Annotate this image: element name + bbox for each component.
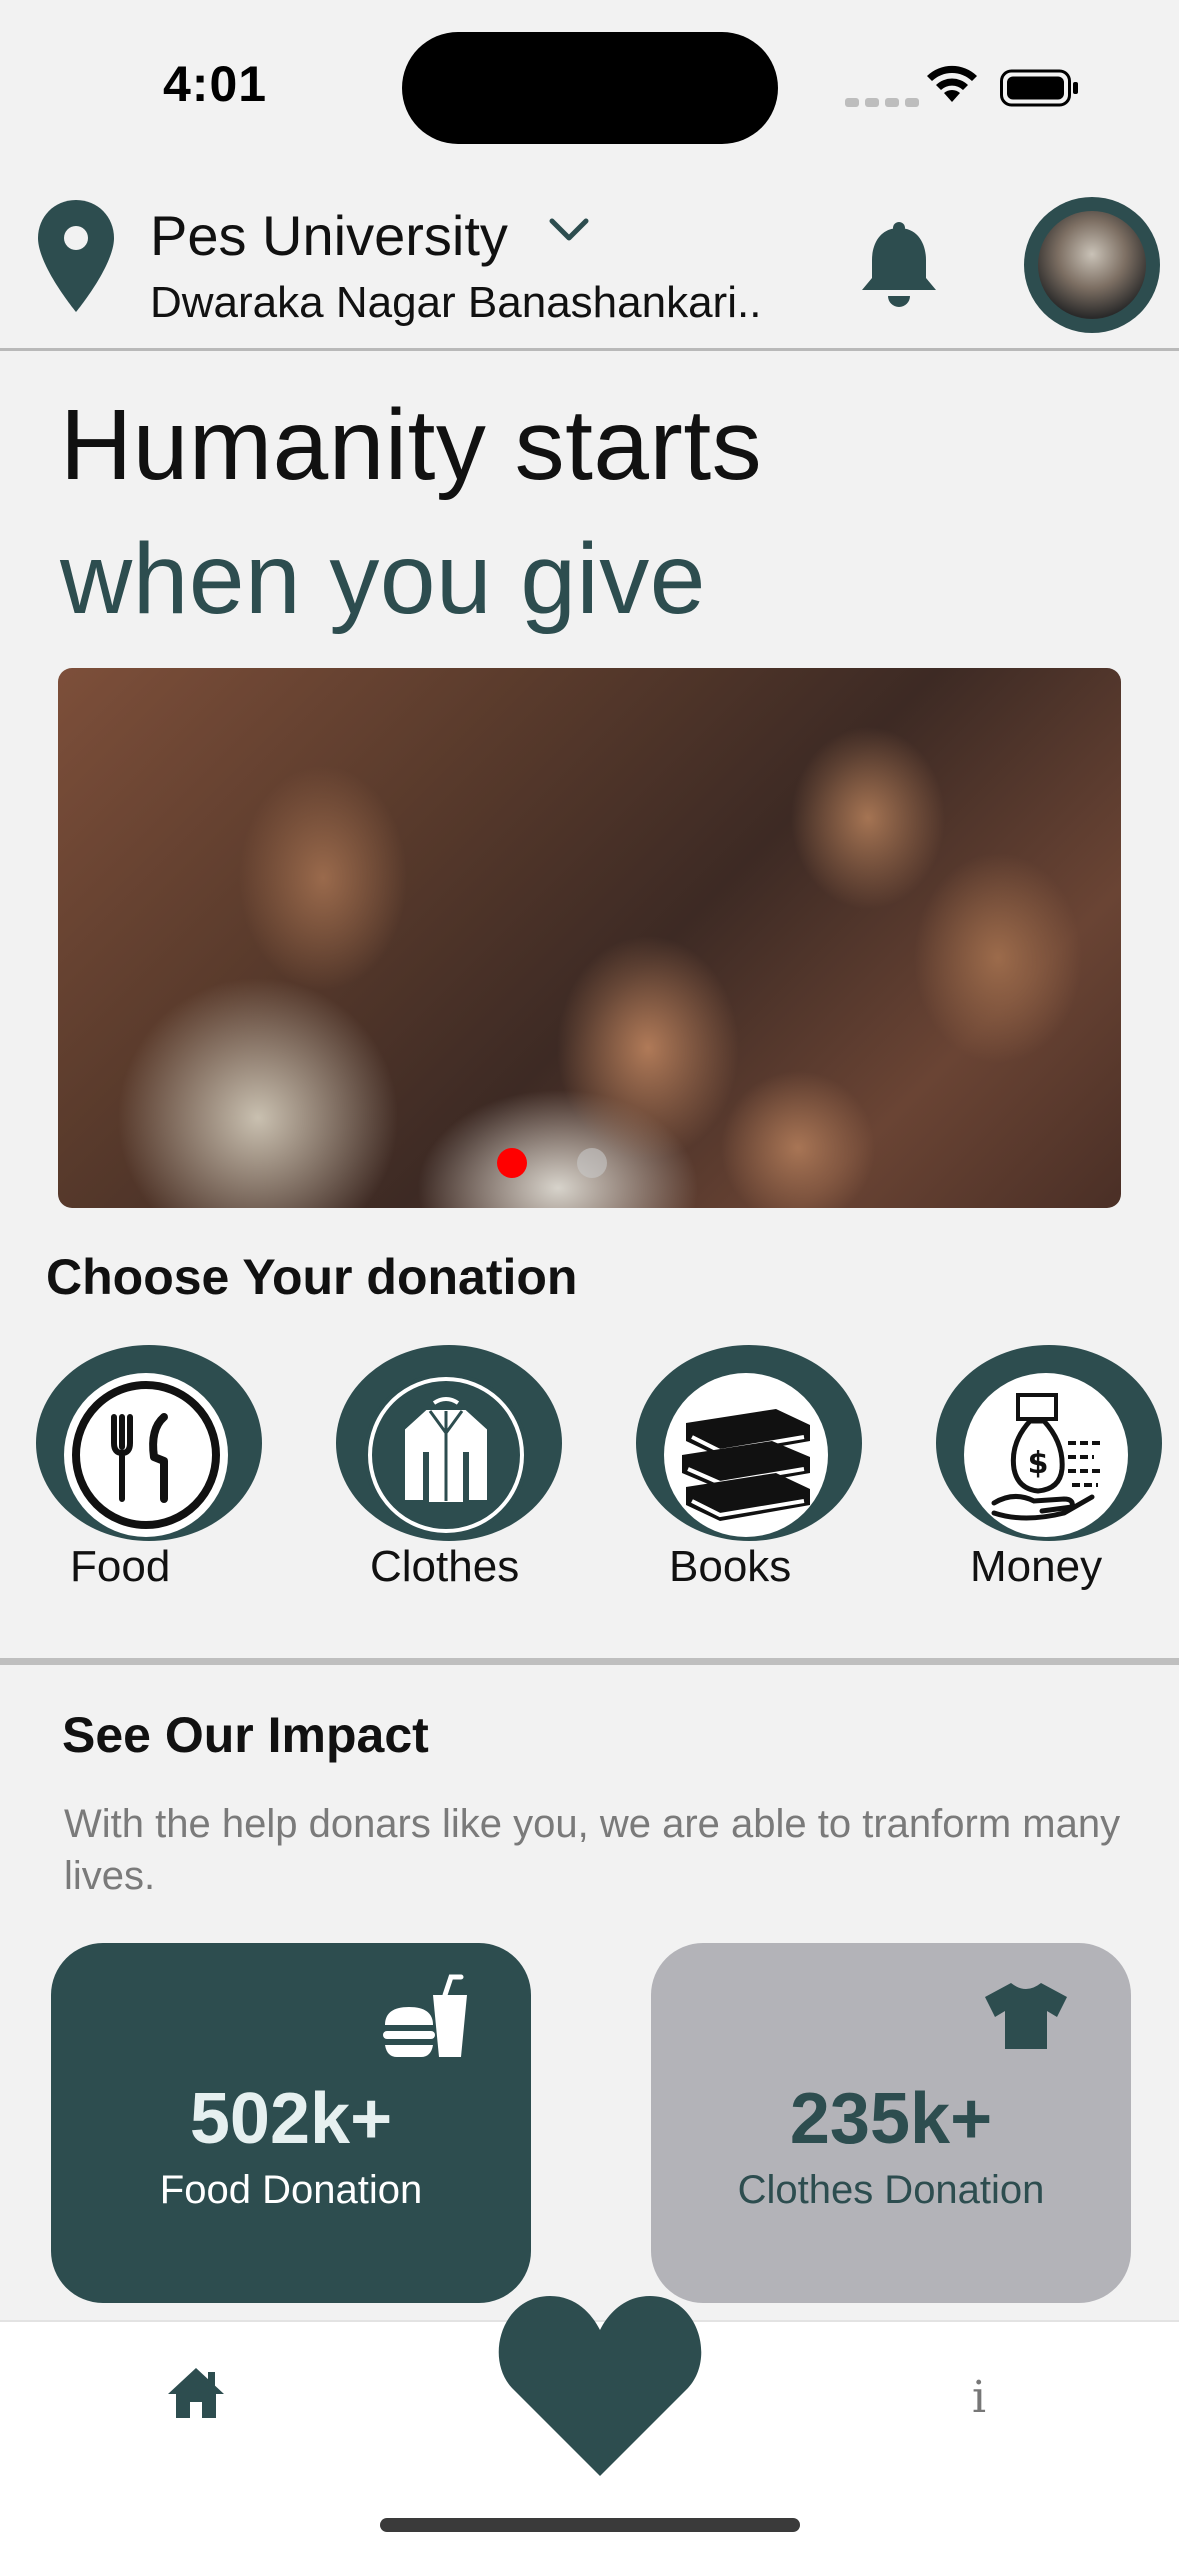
- cellular-signal-icon: [845, 94, 929, 107]
- hero-line-2: when you give: [60, 523, 706, 635]
- status-time: 4:01: [163, 56, 268, 112]
- category-food-label: Food: [70, 1542, 171, 1591]
- food-plate-icon: [72, 1381, 220, 1529]
- carousel-dot-active[interactable]: [497, 1148, 527, 1178]
- hero-line-1: Humanity starts: [60, 389, 763, 501]
- svg-text:$: $: [1028, 1446, 1049, 1481]
- food-donation-value: 502k+: [189, 2079, 393, 2159]
- jacket-icon: [368, 1377, 524, 1533]
- location-title[interactable]: Pes University: [150, 203, 508, 268]
- category-books-button[interactable]: [636, 1345, 862, 1541]
- chevron-down-icon[interactable]: [547, 215, 591, 245]
- clothes-donation-card[interactable]: 235k+ Clothes Donation: [651, 1943, 1131, 2303]
- bell-icon[interactable]: [858, 220, 940, 310]
- category-books-label: Books: [669, 1542, 792, 1591]
- food-donation-label: Food Donation: [159, 2168, 423, 2212]
- category-clothes-label: Clothes: [370, 1542, 520, 1591]
- avatar[interactable]: [1024, 197, 1160, 333]
- home-indicator: [380, 2518, 800, 2532]
- food-donation-card[interactable]: 502k+ Food Donation: [51, 1943, 531, 2303]
- home-icon[interactable]: [166, 2366, 226, 2420]
- impact-section-title: See Our Impact: [62, 1707, 429, 1763]
- category-food-button[interactable]: [36, 1345, 262, 1541]
- image-carousel[interactable]: [58, 668, 1121, 1208]
- heart-icon[interactable]: [498, 2292, 702, 2478]
- impact-description: With the help donars like you, we are ab…: [64, 1802, 1121, 1898]
- clothes-donation-value: 235k+: [789, 2079, 993, 2159]
- books-icon: [682, 1409, 810, 1521]
- donation-section-title: Choose Your donation: [46, 1249, 578, 1305]
- category-money-button[interactable]: $: [936, 1345, 1162, 1541]
- clothes-donation-label: Clothes Donation: [737, 2168, 1045, 2212]
- header-divider: [0, 348, 1179, 351]
- tshirt-icon: [985, 1983, 1067, 2049]
- carousel-image: [58, 668, 1121, 1208]
- wifi-icon: [927, 65, 977, 102]
- location-subtitle[interactable]: Dwaraka Nagar Banashankari..: [150, 278, 761, 328]
- category-clothes-button[interactable]: [336, 1345, 562, 1541]
- dynamic-island: [402, 32, 778, 144]
- battery-icon: [1000, 69, 1078, 107]
- fast-food-icon: [383, 1974, 467, 2057]
- location-pin-icon[interactable]: [36, 198, 116, 314]
- category-money-label: Money: [970, 1542, 1103, 1591]
- carousel-dot[interactable]: [577, 1148, 607, 1178]
- money-icon: $: [991, 1393, 1102, 1521]
- section-divider: [0, 1658, 1179, 1665]
- info-icon[interactable]: i: [972, 2372, 986, 2423]
